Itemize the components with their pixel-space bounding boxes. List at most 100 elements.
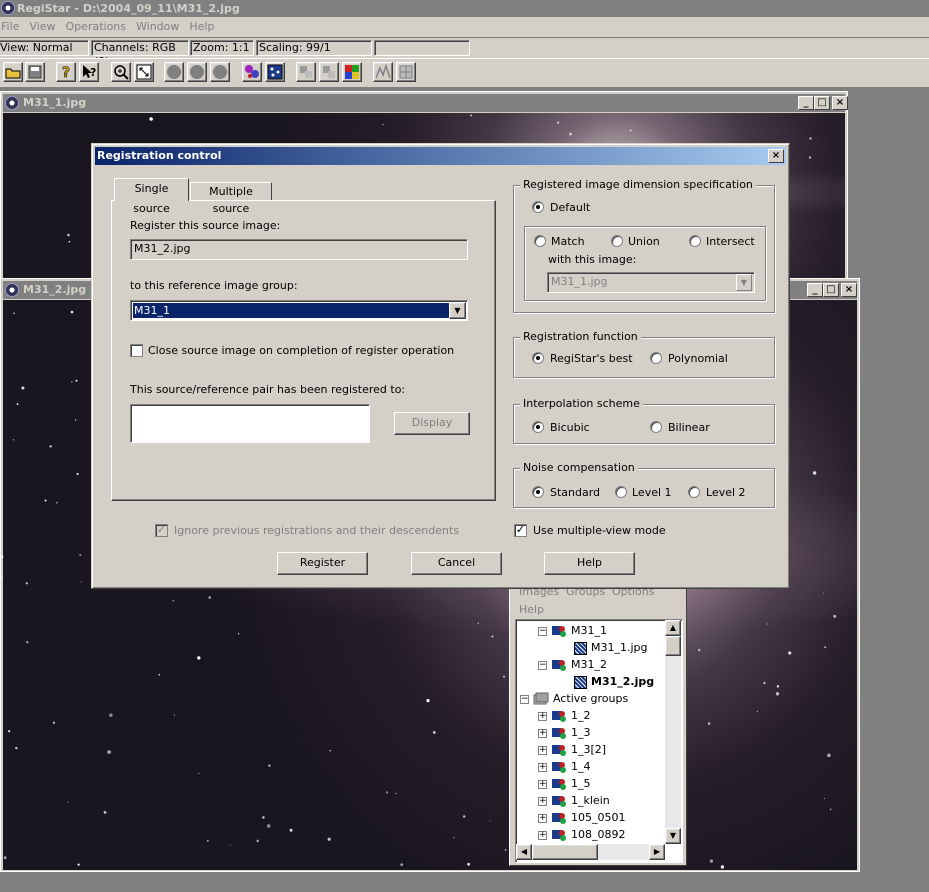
noise-level2-radio[interactable] (688, 486, 700, 498)
svg-text:?: ? (62, 65, 70, 81)
expand-icon[interactable]: + (538, 762, 547, 772)
multiview-label: Use multiple-view mode (533, 524, 666, 537)
noise-standard-radio[interactable] (532, 486, 544, 498)
expand-icon[interactable]: + (538, 711, 547, 721)
dimension-match-radio[interactable] (534, 235, 546, 247)
expand-icon[interactable]: + (538, 745, 547, 755)
scroll-thumb[interactable] (665, 636, 681, 656)
tree-item[interactable]: M31_2.jpg (574, 673, 654, 690)
tree-item[interactable]: +105_0501 (538, 809, 626, 826)
status-channels: Channels: RGB (0) (91, 40, 189, 68)
image-icon (574, 641, 587, 655)
expand-icon[interactable]: + (538, 830, 547, 840)
status-empty (374, 40, 470, 56)
circle-3-icon[interactable] (210, 62, 230, 82)
tree-item[interactable]: − Active groups (520, 690, 628, 707)
menu-view[interactable]: View (24, 17, 60, 37)
fit-window-icon[interactable] (134, 62, 154, 82)
regfunc-best-radio[interactable] (532, 352, 544, 364)
help-icon[interactable]: ? (56, 62, 76, 82)
minimize-icon[interactable]: _ (807, 283, 823, 297)
menu-help[interactable]: Help (184, 17, 219, 37)
expand-icon[interactable]: + (538, 813, 547, 823)
tree-item[interactable]: +1_3[2] (538, 741, 606, 758)
collapse-icon[interactable]: − (538, 626, 547, 636)
circle-2-icon[interactable] (187, 62, 207, 82)
close-icon[interactable]: × (841, 283, 857, 297)
tile-gray-1-icon[interactable] (296, 62, 316, 82)
tree-item[interactable]: − M31_1 (538, 622, 607, 639)
dialog-titlebar[interactable]: Registration control × (95, 147, 786, 165)
expand-icon[interactable]: + (538, 779, 547, 789)
hscroll-thumb[interactable] (532, 844, 598, 860)
noise-standard-label: Standard (550, 486, 601, 499)
app-icon (1, 1, 15, 15)
tile-gray-2-icon[interactable] (319, 62, 339, 82)
scroll-up-icon[interactable]: ▲ (665, 620, 681, 636)
expand-icon[interactable]: + (538, 728, 547, 738)
panel-menu-help[interactable]: Help (519, 603, 544, 616)
register-button[interactable]: Register (277, 552, 368, 575)
regfunc-poly-radio[interactable] (650, 352, 662, 364)
maximize-icon[interactable]: □ (823, 283, 839, 297)
dialog-title: Registration control (97, 149, 222, 162)
with-image-label: with this image: (548, 253, 637, 266)
minimize-icon[interactable]: _ (798, 96, 814, 110)
group-icon (551, 828, 567, 842)
menu-file[interactable]: File (0, 17, 24, 37)
registered-to-list[interactable] (130, 404, 370, 443)
scroll-left-icon[interactable]: ◀ (516, 844, 532, 860)
collapse-icon[interactable]: − (538, 660, 547, 670)
register-group-icon[interactable] (242, 62, 262, 82)
grid-gray-icon[interactable] (396, 62, 416, 82)
reference-select-value: M31_1 (133, 303, 449, 318)
tree-item[interactable]: +1_3 (538, 724, 591, 741)
expand-icon[interactable]: + (538, 796, 547, 806)
dialog-close-icon[interactable]: × (768, 149, 784, 163)
scroll-right-icon[interactable]: ▶ (649, 844, 665, 860)
tree-item[interactable]: +1_5 (538, 775, 591, 792)
image-stack-icon[interactable] (265, 62, 285, 82)
reference-select[interactable]: M31_1 ▼ (130, 300, 468, 321)
context-help-icon[interactable]: ? (79, 62, 99, 82)
group-tree[interactable]: − M31_1 M31_1.jpg − M31_2 M31_2.jpg − Activ… (515, 619, 683, 863)
maximize-icon[interactable]: □ (814, 96, 830, 110)
tree-item[interactable]: +1_4 (538, 758, 591, 775)
regfunc-best-label: RegiStar's best (550, 352, 633, 365)
tree-item[interactable]: +108_0892 (538, 826, 626, 843)
multiview-checkbox[interactable]: ✓ (514, 524, 527, 537)
cancel-button[interactable]: Cancel (411, 552, 502, 575)
tree-content: − M31_1 M31_1.jpg − M31_2 M31_2.jpg − Activ… (516, 620, 666, 844)
save-disk-icon[interactable] (25, 62, 45, 82)
tree-item[interactable]: M31_1.jpg (574, 639, 648, 656)
registration-dialog: Registration control × Single source Mul… (91, 143, 790, 589)
dimension-union-radio[interactable] (611, 235, 623, 247)
tree-item[interactable]: +1_2 (538, 707, 591, 724)
tree-vscrollbar[interactable]: ▲ ▼ (665, 620, 681, 844)
interp-bicubic-radio[interactable] (532, 421, 544, 433)
collapse-icon[interactable]: − (520, 694, 529, 704)
menu-operations[interactable]: Operations (61, 17, 131, 37)
tile-color-icon[interactable] (342, 62, 362, 82)
dimension-intersect-radio[interactable] (689, 235, 701, 247)
histogram-icon[interactable] (373, 62, 393, 82)
tree-item[interactable]: +1_klein (538, 792, 610, 809)
tree-item[interactable]: − M31_2 (538, 656, 607, 673)
close-source-checkbox[interactable] (130, 344, 143, 357)
interp-bilinear-radio[interactable] (650, 421, 662, 433)
help-button[interactable]: Help (544, 552, 635, 575)
tree-hscrollbar[interactable]: ◀ ▶ (516, 844, 665, 860)
circle-1-icon[interactable] (164, 62, 184, 82)
menu-window[interactable]: Window (131, 17, 184, 37)
close-icon[interactable]: × (832, 96, 848, 110)
zoom-icon[interactable] (111, 62, 131, 82)
chevron-down-icon[interactable]: ▼ (449, 302, 466, 319)
noise-level1-radio[interactable] (615, 486, 627, 498)
window-m31-1-titlebar[interactable]: M31_1.jpg _ □ × (3, 94, 848, 112)
scroll-down-icon[interactable]: ▼ (665, 828, 681, 844)
regfunc-group: Registration function RegiStar's best Po… (513, 330, 775, 378)
open-folder-icon[interactable] (3, 62, 23, 82)
dimension-default-radio[interactable] (532, 201, 544, 213)
tab-single-source[interactable]: Single source (114, 178, 189, 215)
tab-multiple-source[interactable]: Multiple source (190, 182, 272, 215)
